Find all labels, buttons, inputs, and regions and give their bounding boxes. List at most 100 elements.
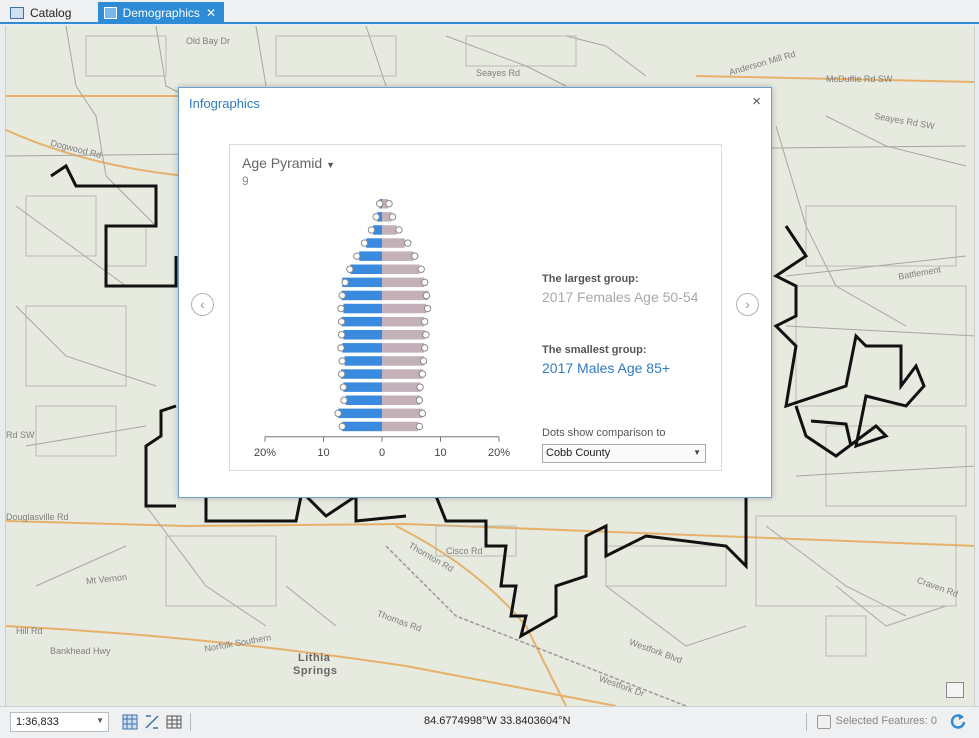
snapping-icon[interactable] <box>144 714 160 730</box>
bar-left <box>366 238 382 248</box>
bar-left <box>343 382 382 392</box>
selected-features[interactable]: Selected Features: 0 <box>835 715 937 727</box>
table-icon[interactable] <box>166 714 182 730</box>
comparison-dot <box>411 252 419 260</box>
comparison-dot <box>341 278 349 287</box>
bar-right <box>382 408 423 419</box>
comparison-dot <box>337 304 345 313</box>
comparison-dot <box>339 383 348 391</box>
map-label: Douglasville Rd <box>6 512 69 522</box>
map-label: Hill Rd <box>16 626 43 636</box>
bar-left <box>341 316 382 327</box>
bar-series-right <box>382 199 429 432</box>
comparison-dot <box>421 317 429 326</box>
comparison-value: Cobb County <box>546 447 611 459</box>
comparison-dot <box>422 331 430 339</box>
bar-right <box>382 382 421 392</box>
bar-left <box>343 303 382 314</box>
bar-right <box>382 251 414 261</box>
comparison-dot <box>375 200 384 208</box>
comparison-dot <box>334 409 342 418</box>
bar-right <box>382 421 419 432</box>
comparison-dot <box>337 317 346 326</box>
comparison-dot <box>337 331 346 339</box>
comparison-dot <box>415 422 424 431</box>
status-bar: 1:36,833 ▼ 84.6774998°W 33.8403604°N Sel… <box>0 706 979 738</box>
bar-right <box>382 225 397 235</box>
selection-icon <box>817 715 831 729</box>
tab-demographics[interactable]: Demographics ✕ <box>98 2 224 23</box>
map-label: Old Bay Dr <box>186 36 231 46</box>
comparison-dot <box>418 370 427 378</box>
comparison-dot <box>337 370 346 378</box>
map-label: Seayes Rd <box>476 68 521 78</box>
bar-series-left <box>338 199 382 432</box>
bar-left <box>341 369 382 379</box>
x-tick-label: 10 <box>434 447 446 459</box>
largest-group-label: The largest group: <box>542 273 639 285</box>
chevron-down-icon: ▼ <box>96 716 104 725</box>
x-tick-label: 0 <box>379 447 385 459</box>
next-card-button[interactable]: › <box>736 293 759 316</box>
comparison-dots <box>334 200 432 431</box>
refresh-icon[interactable] <box>949 713 967 731</box>
bar-right <box>382 277 425 288</box>
comparison-dot <box>418 409 427 418</box>
comparison-select[interactable]: Cobb County ▼ <box>542 444 706 463</box>
x-tick-label: 20% <box>254 447 276 459</box>
age-pyramid-chart: 20% 10 0 10 20% <box>254 199 510 459</box>
bar-left <box>341 290 382 301</box>
separator <box>190 713 191 731</box>
age-pyramid-card: Age Pyramid ▼ 9 20% 10 0 10 20% The largest g… <box>229 144 722 471</box>
map-label-city: Lithia <box>298 652 331 664</box>
comparison-dot <box>367 226 376 234</box>
comparison-dot <box>372 213 380 221</box>
close-icon[interactable]: × <box>752 94 761 110</box>
comparison-dot <box>338 291 346 300</box>
comparison-dot <box>346 265 354 273</box>
smallest-group-value: 2017 Males Age 85+ <box>542 360 671 376</box>
dialog-title: Infographics <box>189 96 260 111</box>
comparison-dot <box>421 344 429 352</box>
bar-left <box>342 421 382 432</box>
bar-right <box>382 290 429 301</box>
bar-left <box>344 356 382 366</box>
tab-demographics-label: Demographics <box>122 5 200 20</box>
attribute-panel-icon[interactable] <box>946 682 964 698</box>
comparison-dot <box>423 304 432 313</box>
x-tick-label: 20% <box>488 447 510 459</box>
bar-left <box>343 330 382 340</box>
comparison-dot <box>415 396 424 404</box>
bar-left <box>342 343 382 353</box>
comparison-dot <box>416 383 424 391</box>
comparison-dot <box>385 200 393 208</box>
comparison-dot <box>421 278 429 287</box>
scale-value: 1:36,833 <box>16 716 59 728</box>
chevron-down-icon: ▼ <box>693 448 701 457</box>
largest-group-value: 2017 Females Age 50-54 <box>542 289 699 305</box>
map-label-city: Springs <box>293 665 338 677</box>
grid-icon[interactable] <box>122 714 138 730</box>
bar-right <box>382 343 425 353</box>
bar-right <box>382 303 427 314</box>
map-label: Cisco Rd <box>446 546 483 556</box>
bar-right <box>382 395 421 405</box>
smallest-group-label: The smallest group: <box>542 344 647 356</box>
comparison-dot <box>337 344 345 352</box>
comparison-dot <box>417 265 425 273</box>
tab-catalog-label: Catalog <box>30 5 72 20</box>
tab-close-icon[interactable]: ✕ <box>206 6 216 20</box>
scale-select[interactable]: 1:36,833 ▼ <box>10 712 109 732</box>
bar-right <box>382 264 420 274</box>
bar-left <box>359 251 382 261</box>
comparison-dot <box>395 226 403 234</box>
comparison-dot <box>388 213 397 221</box>
bar-left <box>345 395 382 405</box>
tab-catalog[interactable]: Catalog <box>4 2 94 23</box>
previous-card-button[interactable]: ‹ <box>191 293 214 316</box>
x-tick-label: 10 <box>317 447 329 459</box>
separator <box>806 713 807 731</box>
comparison-dot <box>422 291 431 300</box>
comparison-label: Dots show comparison to <box>542 427 666 439</box>
map-icon <box>104 6 117 19</box>
